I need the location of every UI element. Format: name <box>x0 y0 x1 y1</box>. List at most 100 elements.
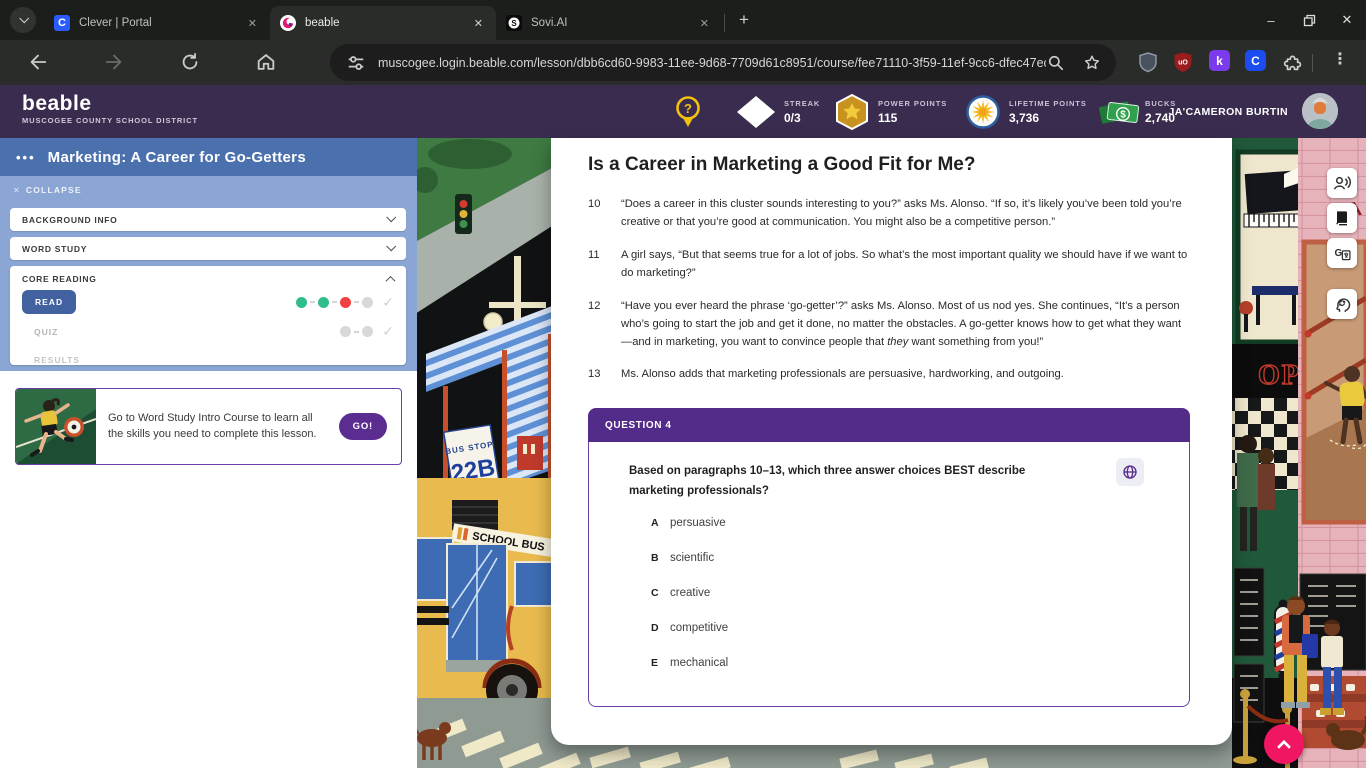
lifetime-points-icon <box>966 95 1000 129</box>
svg-text:OP: OP <box>1258 360 1301 391</box>
sovi-favicon: S <box>506 15 522 31</box>
choice-b[interactable]: B scientific <box>629 552 1069 564</box>
tab-search-button[interactable] <box>10 7 36 33</box>
read-aloud-button[interactable] <box>1327 168 1357 198</box>
close-window-button[interactable]: ✕ <box>1328 0 1366 40</box>
ublock-icon[interactable]: uO <box>1171 50 1195 74</box>
read-button[interactable]: READ <box>22 290 77 314</box>
progress-dash <box>354 301 360 303</box>
word-study-promo-card: Go to Word Study Intro Course to learn a… <box>15 388 402 465</box>
paragraph-12: 12 “Have you ever heard the phrase ‘go-g… <box>588 298 1192 352</box>
tab-title: Sovi.AI <box>531 17 568 29</box>
paragraph-number: 10 <box>588 198 601 210</box>
brand-name: beable <box>22 92 92 115</box>
beable-logo: beable MUSCOGEE COUNTY SCHOOL DISTRICT <box>22 92 198 126</box>
forward-icon[interactable] <box>103 51 125 73</box>
browser-menu-icon[interactable]: ⋮ <box>1332 49 1348 69</box>
svg-text:$: $ <box>1120 110 1126 121</box>
tab-sovi-ai[interactable]: S Sovi.AI ✕ <box>496 6 722 40</box>
back-icon[interactable] <box>27 51 49 73</box>
url-bar[interactable]: muscogee.login.beable.com/lesson/dbb6cd6… <box>378 56 1046 70</box>
progress-dot <box>340 326 352 337</box>
lesson-header: ••• Marketing: A Career for Go-Getters <box>0 138 417 176</box>
accordion-label: WORD STUDY <box>22 243 88 254</box>
help-pin-icon[interactable]: ? <box>674 95 702 129</box>
check-icon: ✓ <box>382 323 394 339</box>
district-name: MUSCOGEE COUNTY SCHOOL DISTRICT <box>22 116 198 125</box>
extensions-puzzle-icon[interactable] <box>1281 50 1305 74</box>
bucks-icon: $ <box>1099 101 1140 124</box>
clever-favicon: C <box>54 15 70 31</box>
lesson-menu-icon[interactable]: ••• <box>16 150 36 165</box>
menu-boards <box>1233 567 1265 723</box>
choice-text: mechanical <box>670 657 729 670</box>
user-name: JA'CAMERON BURTIN <box>1168 106 1288 118</box>
accordion-background-info[interactable]: BACKGROUND INFO <box>10 208 406 231</box>
kami-extension-icon[interactable]: k <box>1209 50 1230 71</box>
dictionary-button[interactable] <box>1327 203 1357 233</box>
choice-c[interactable]: C creative <box>629 587 1069 599</box>
paragraph-text: “Have you ever heard the phrase ‘go-gett… <box>621 298 1192 352</box>
chevron-down-icon <box>386 212 397 223</box>
zoom-icon[interactable] <box>1046 53 1066 73</box>
svg-text:G: G <box>1335 248 1343 259</box>
reload-icon[interactable] <box>179 51 201 73</box>
app-header: beable MUSCOGEE COUNTY SCHOOL DISTRICT ?… <box>0 85 1366 138</box>
core-reading-header[interactable]: CORE READING <box>22 274 396 286</box>
choice-d[interactable]: D competitive <box>629 622 1069 634</box>
question-text: Based on paragraphs 10–13, which three a… <box>629 465 1026 497</box>
choice-text: scientific <box>670 552 715 565</box>
choice-letter: D <box>651 622 659 635</box>
power-points-label: POWER POINTS <box>878 99 948 108</box>
choice-text: competitive <box>670 622 729 635</box>
tab-close-icon[interactable]: ✕ <box>243 15 262 32</box>
accordion-word-study[interactable]: WORD STUDY <box>10 237 406 260</box>
omnibox[interactable]: muscogee.login.beable.com/lesson/dbb6cd6… <box>330 44 1116 81</box>
question-card: QUESTION 4 Based on paragraphs 10–13, wh… <box>588 408 1190 708</box>
results-item[interactable]: RESULTS <box>22 355 80 365</box>
toolbar-separator <box>1312 54 1313 72</box>
lifetime-points-label: LIFETIME POINTS <box>1009 99 1087 108</box>
collapse-button[interactable]: ✕ COLLAPSE <box>13 185 82 195</box>
screen: C Clever | Portal ✕ beable ✕ S Sovi.AI ✕… <box>0 0 1366 768</box>
restore-button[interactable] <box>1290 0 1328 40</box>
new-tab-button[interactable]: + <box>731 7 757 33</box>
choice-letter: E <box>651 657 659 670</box>
tab-separator <box>724 14 725 32</box>
chevron-up-icon <box>385 275 396 286</box>
clever-extension-icon[interactable]: C <box>1245 50 1266 71</box>
review-mode-button[interactable] <box>1327 289 1357 319</box>
site-settings-icon[interactable] <box>346 53 366 73</box>
tab-clever-portal[interactable]: C Clever | Portal ✕ <box>44 6 270 40</box>
globe-icon <box>1123 465 1137 480</box>
choice-text: creative <box>670 587 711 600</box>
tab-close-icon[interactable]: ✕ <box>469 15 488 32</box>
tab-close-icon[interactable]: ✕ <box>695 15 714 32</box>
workspace: BUS STOP 22B SCHOOL BUS OP ••• Marketing… <box>0 138 1366 768</box>
home-icon[interactable] <box>255 51 277 73</box>
choice-a[interactable]: A persuasive <box>629 517 1069 529</box>
privacy-shield-icon[interactable] <box>1136 50 1160 74</box>
progress-dash <box>332 301 338 303</box>
minimize-button[interactable]: – <box>1252 0 1290 40</box>
paragraph-text: Ms. Alonso adds that marketing professio… <box>621 368 1064 381</box>
go-button[interactable]: GO! <box>338 413 387 440</box>
chevron-down-icon <box>18 12 29 23</box>
translate-button[interactable]: G <box>1327 238 1357 268</box>
answer-choices: A persuasive B scientific C creative D c… <box>629 517 1069 669</box>
paragraph-text-post: want something from you!” <box>908 335 1044 348</box>
tab-title: Clever | Portal <box>79 17 152 29</box>
svg-text:?: ? <box>684 101 692 116</box>
quiz-item[interactable]: QUIZ <box>22 327 58 337</box>
quiz-progress: ✓ <box>340 323 394 340</box>
lifetime-points-value: 3,736 <box>1009 111 1040 125</box>
window-controls: – ✕ <box>1252 0 1366 40</box>
translate-question-button[interactable] <box>1116 458 1144 487</box>
lesson-sidebar: ••• Marketing: A Career for Go-Getters ✕… <box>0 138 417 768</box>
bookmark-star-icon[interactable] <box>1082 53 1102 73</box>
choice-e[interactable]: E mechanical <box>629 657 1069 669</box>
scroll-to-top-button[interactable] <box>1264 724 1304 764</box>
tab-beable[interactable]: beable ✕ <box>270 6 496 40</box>
quiz-row: QUIZ ✓ <box>22 323 394 340</box>
avatar[interactable] <box>1302 93 1338 129</box>
